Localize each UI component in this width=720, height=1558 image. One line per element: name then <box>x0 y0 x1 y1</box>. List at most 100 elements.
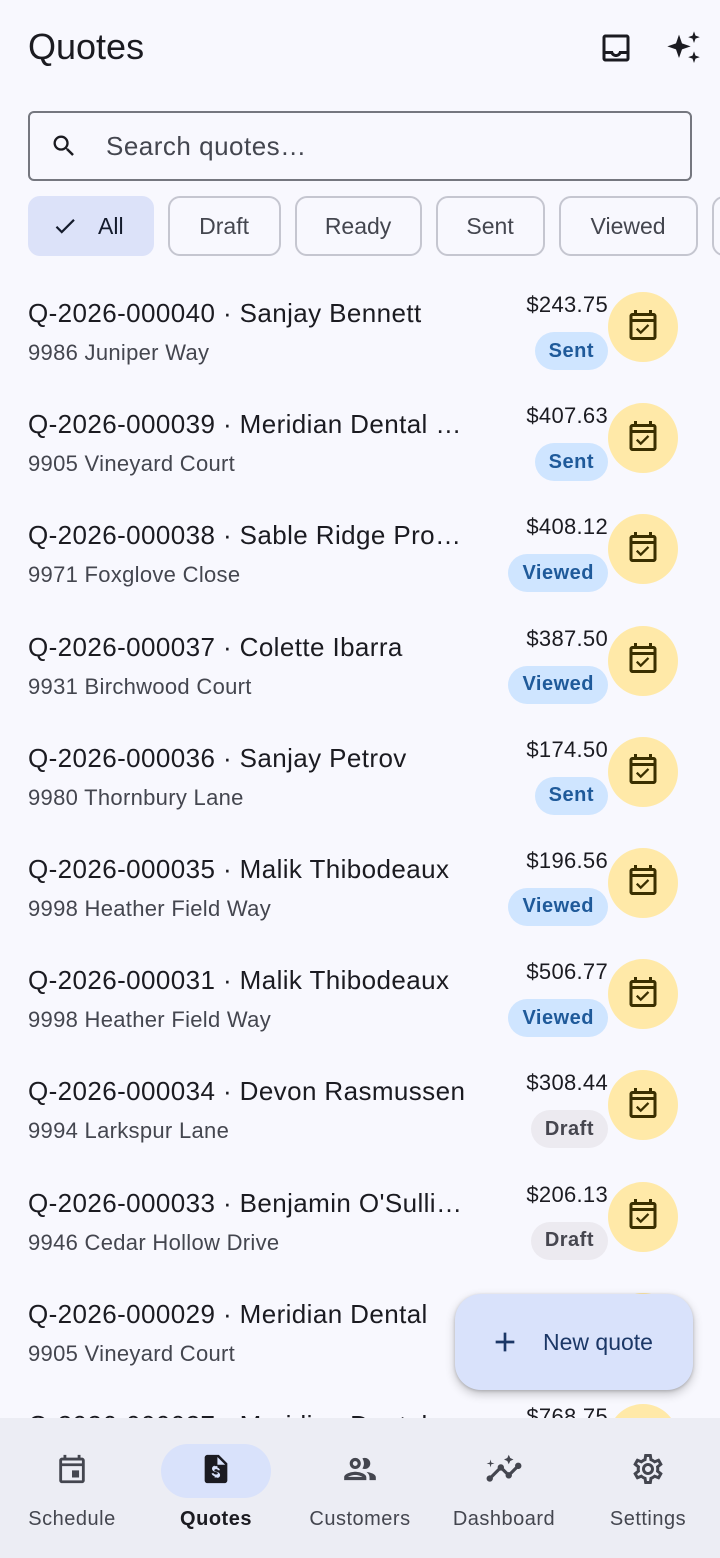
new-quote-button[interactable]: New quote <box>455 1294 693 1390</box>
schedule-quote-button[interactable] <box>608 1181 678 1252</box>
quote-amount: $308.44 <box>526 1070 608 1096</box>
quote-row[interactable]: Q-2026-000034 · Devon Rasmussen 9994 Lark… <box>0 1054 720 1165</box>
insights-icon <box>485 1450 523 1493</box>
quote-title: Q-2026-000039 · Meridian Dental … <box>28 409 462 440</box>
chip-label: Viewed <box>590 212 666 239</box>
quote-title: Q-2026-000033 · Benjamin O'Sulli… <box>28 1187 463 1218</box>
schedule-quote-button[interactable] <box>608 514 678 585</box>
chip-all[interactable]: All <box>28 196 154 256</box>
sparkles-icon[interactable] <box>664 28 704 68</box>
app-bar: Quotes <box>0 0 720 96</box>
quote-title: Q-2026-000034 · Devon Rasmussen <box>28 1076 466 1107</box>
nav-item-dashboard[interactable]: Dashboard <box>432 1418 576 1558</box>
schedule-quote-button[interactable] <box>608 625 678 696</box>
calendar-check-icon <box>625 307 661 348</box>
search-field[interactable] <box>28 111 692 181</box>
quote-address: 9971 Foxglove Close <box>28 562 241 588</box>
nav-item-schedule[interactable]: Schedule <box>0 1418 144 1558</box>
inbox-icon[interactable] <box>596 28 636 68</box>
quote-row[interactable]: Q-2026-000039 · Meridian Dental … 9905 Vi… <box>0 387 720 498</box>
bottom-navigation: Schedule Quotes Customers Dashboard Sett… <box>0 1418 720 1558</box>
quote-row[interactable]: Q-2026-000027 · Meridian Dental $768.75 <box>0 1388 720 1418</box>
calendar-check-icon <box>625 529 661 570</box>
quote-address: 9931 Birchwood Court <box>28 673 252 699</box>
schedule-quote-button[interactable] <box>608 736 678 807</box>
quote-amount: $174.50 <box>526 736 608 762</box>
schedule-quote-button[interactable] <box>608 403 678 474</box>
quote-title: Q-2026-000038 · Sable Ridge Pro… <box>28 520 462 551</box>
quote-list: Q-2026-000040 · Sanjay Bennett 9986 Junip… <box>0 276 720 1418</box>
quote-address: 9994 Larkspur Lane <box>28 1118 230 1144</box>
quote-row[interactable]: Q-2026-000033 · Benjamin O'Sulli… 9946 Ce… <box>0 1166 720 1277</box>
chip-more[interactable] <box>711 196 720 256</box>
plus-icon <box>489 1326 521 1358</box>
gear-icon <box>630 1451 666 1492</box>
calendar-check-icon <box>625 418 661 459</box>
quote-address: 9946 Cedar Hollow Drive <box>28 1229 280 1255</box>
status-badge: Draft <box>530 1110 608 1149</box>
schedule-quote-button[interactable] <box>608 1070 678 1141</box>
chip-ready[interactable]: Ready <box>294 196 422 256</box>
quote-amount: $768.75 <box>526 1403 608 1418</box>
check-icon <box>52 213 78 239</box>
status-badge: Draft <box>530 1221 608 1260</box>
status-badge: Viewed <box>508 999 608 1038</box>
calendar-check-icon <box>625 974 661 1015</box>
quote-title: Q-2026-000036 · Sanjay Petrov <box>28 742 407 773</box>
nav-label: Customers <box>309 1508 411 1530</box>
chip-draft[interactable]: Draft <box>167 196 281 256</box>
nav-label: Schedule <box>28 1508 116 1530</box>
nav-item-customers[interactable]: Customers <box>288 1418 432 1558</box>
quote-address: 9980 Thornbury Lane <box>28 784 244 810</box>
search-input[interactable] <box>106 130 646 162</box>
people-icon <box>341 1450 379 1493</box>
calendar-check-icon <box>625 1085 661 1126</box>
chip-label: All <box>98 212 124 239</box>
status-badge: Viewed <box>508 665 608 704</box>
nav-label: Quotes <box>180 1508 252 1530</box>
quote-title: Q-2026-000031 · Malik Thibodeaux <box>28 965 450 996</box>
chip-viewed[interactable]: Viewed <box>558 196 698 256</box>
chip-label: Sent <box>466 212 514 239</box>
quote-row[interactable]: Q-2026-000035 · Malik Thibodeaux 9998 Hea… <box>0 832 720 943</box>
page-title: Quotes <box>28 26 145 67</box>
quote-address: 9998 Heather Field Way <box>28 1007 272 1033</box>
quote-row[interactable]: Q-2026-000037 · Colette Ibarra 9931 Birch… <box>0 610 720 721</box>
quote-amount: $506.77 <box>526 959 608 985</box>
status-badge: Viewed <box>508 887 608 926</box>
quote-row[interactable]: Q-2026-000036 · Sanjay Petrov 9980 Thornb… <box>0 721 720 832</box>
quote-address: 9986 Juniper Way <box>28 340 210 365</box>
chip-label: Draft <box>199 212 249 239</box>
calendar-check-icon <box>625 862 661 903</box>
schedule-quote-button[interactable] <box>608 959 678 1030</box>
nav-item-settings[interactable]: Settings <box>576 1418 720 1558</box>
quote-address: 9998 Heather Field Way <box>28 895 272 921</box>
quote-amount: $196.56 <box>526 847 608 873</box>
chip-label: Ready <box>324 212 392 239</box>
quote-row[interactable]: Q-2026-000040 · Sanjay Bennett 9986 Junip… <box>0 276 720 387</box>
calendar-check-icon <box>625 751 661 792</box>
search-icon <box>50 132 78 160</box>
schedule-quote-button[interactable] <box>608 292 678 362</box>
quote-row[interactable]: Q-2026-000031 · Malik Thibodeaux 9998 Hea… <box>0 943 720 1054</box>
quote-amount: $408.12 <box>526 514 608 540</box>
quote-amount: $243.75 <box>526 292 608 317</box>
status-badge: Sent <box>534 443 608 482</box>
quote-row[interactable]: Q-2026-000038 · Sable Ridge Pro… 9971 Fox… <box>0 498 720 609</box>
nav-item-quotes[interactable]: Quotes <box>144 1418 288 1558</box>
quote-amount: $206.13 <box>526 1181 608 1207</box>
status-badge: Sent <box>534 332 608 370</box>
quote-title: Q-2026-000035 · Malik Thibodeaux <box>28 853 450 884</box>
new-quote-label: New quote <box>543 1328 653 1355</box>
quote-document-icon <box>199 1452 233 1491</box>
calendar-check-icon <box>625 1196 661 1237</box>
schedule-quote-button[interactable] <box>608 1403 678 1418</box>
quote-amount: $387.50 <box>526 625 608 651</box>
nav-label: Dashboard <box>452 1508 556 1530</box>
status-badge: Viewed <box>508 554 608 593</box>
chip-sent[interactable]: Sent <box>435 196 545 256</box>
calendar-icon <box>55 1452 89 1491</box>
nav-label: Settings <box>609 1508 687 1530</box>
schedule-quote-button[interactable] <box>608 847 678 918</box>
quote-title: Q-2026-000029 · Meridian Dental <box>28 1298 428 1329</box>
